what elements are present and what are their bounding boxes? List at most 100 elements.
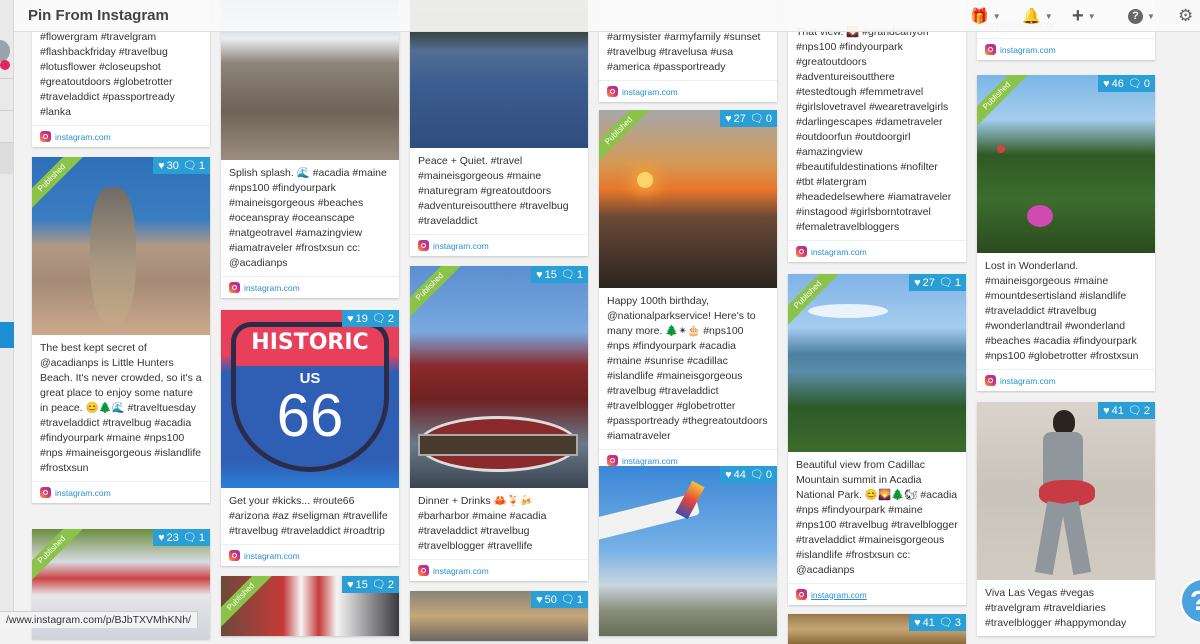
pin-stats: ♥44🗨0 xyxy=(720,466,777,483)
pin-photo[interactable]: HISTORIC US 66 ♥19🗨2 xyxy=(221,310,399,488)
pin-stats: ♥46🗨0 xyxy=(1098,75,1155,92)
pinterest-badge-icon xyxy=(0,60,10,70)
pin-source-link[interactable]: instagram.com xyxy=(788,240,966,262)
pin-card[interactable]: Published ♥30🗨1 The best kept secret of … xyxy=(32,157,210,503)
pin-stats: ♥15🗨1 xyxy=(531,266,588,283)
sidebar-item[interactable] xyxy=(0,142,14,174)
gift-menu-button[interactable]: 🎁▼ xyxy=(970,6,1001,26)
left-sidebar xyxy=(0,0,14,628)
pin-source-link[interactable]: instagram.com xyxy=(410,559,588,581)
pin-card[interactable]: ♥50🗨1 xyxy=(410,591,588,641)
user-avatar[interactable] xyxy=(0,40,10,62)
pin-card[interactable]: HISTORIC US 66 ♥19🗨2 Get your #kicks... … xyxy=(221,310,399,566)
pin-card[interactable]: ♥41🗨2 Viva Las Vegas #vegas #travelgram … xyxy=(977,402,1155,636)
pin-card[interactable]: Published ♥15🗨2 xyxy=(221,576,399,636)
sidebar-item-active[interactable] xyxy=(0,322,14,348)
pin-caption: Dinner + Drinks 🦀🍹🍻 #barharbor #maine #a… xyxy=(410,488,588,559)
pin-caption: Happy 100th birthday, @nationalparkservi… xyxy=(599,288,777,449)
pin-source-link[interactable]: instagram.com xyxy=(977,369,1155,391)
published-ribbon: Published xyxy=(32,529,88,586)
sidebar-item[interactable] xyxy=(0,78,14,110)
pin-card[interactable]: Published ♥15🗨1 Dinner + Drinks 🦀🍹🍻 #bar… xyxy=(410,266,588,581)
pin-caption: Lost in Wonderland. #maineisgorgeous #ma… xyxy=(977,253,1155,369)
pin-photo[interactable]: ♥41🗨3 xyxy=(788,614,966,644)
comment-icon: 🗨 xyxy=(183,159,197,172)
comment-icon: 🗨 xyxy=(750,112,764,125)
pin-stats: ♥27🗨0 xyxy=(720,110,777,127)
pin-card[interactable]: Published ♥46🗨0 Lost in Wonderland. #mai… xyxy=(977,75,1155,391)
pin-stats: ♥15🗨2 xyxy=(342,576,399,593)
notifications-button[interactable]: 🔔▼ xyxy=(1022,6,1053,26)
add-button[interactable]: +▼ xyxy=(1072,6,1096,26)
pin-stats: ♥27🗨1 xyxy=(909,274,966,291)
pin-source-link[interactable]: instagram.com xyxy=(32,481,210,503)
pin-caption: Peace + Quiet. #travel #maineisgorgeous … xyxy=(410,148,588,234)
heart-icon: ♥ xyxy=(725,113,732,125)
heart-icon: ♥ xyxy=(536,594,543,606)
pin-photo[interactable]: ♥41🗨2 xyxy=(977,402,1155,580)
pin-photo[interactable]: Published ♥30🗨1 xyxy=(32,157,210,335)
heart-icon: ♥ xyxy=(914,277,921,289)
help-chat-button[interactable]: ? xyxy=(1180,578,1200,624)
pin-card[interactable]: Peace + Quiet. #travel #maineisgorgeous … xyxy=(410,0,588,256)
pin-card[interactable]: Published ♥27🗨1 Beautiful view from Cadi… xyxy=(788,274,966,605)
question-mark-icon: ? xyxy=(1190,585,1200,617)
heart-icon: ♥ xyxy=(1103,405,1110,417)
published-ribbon: Published xyxy=(410,266,466,323)
settings-button[interactable]: ⚙ xyxy=(1178,6,1193,26)
pin-photo[interactable]: Published ♥27🗨0 xyxy=(599,110,777,288)
pin-caption: Beautiful view from Cadillac Mountain su… xyxy=(788,452,966,583)
pin-caption: Splish splash. 🌊 #acadia #maine #nps100 … xyxy=(221,160,399,276)
pin-source-link[interactable]: instagram.com xyxy=(599,80,777,102)
gift-icon: 🎁 xyxy=(970,7,989,25)
pin-photo[interactable]: Published ♥15🗨1 xyxy=(410,266,588,488)
published-ribbon: Published xyxy=(32,157,88,214)
heart-icon: ♥ xyxy=(347,313,354,325)
help-icon: ? xyxy=(1128,9,1143,24)
bell-icon: 🔔 xyxy=(1022,7,1041,25)
heart-icon: ♥ xyxy=(1103,78,1110,90)
pin-photo[interactable]: ♥44🗨0 xyxy=(599,466,777,636)
chevron-down-icon: ▼ xyxy=(1147,12,1155,21)
pin-source-link[interactable]: instagram.com xyxy=(221,544,399,566)
pin-source-link[interactable]: instagram.com xyxy=(221,276,399,298)
heart-icon: ♥ xyxy=(536,269,543,281)
chevron-down-icon: ▼ xyxy=(1088,12,1096,21)
instagram-icon xyxy=(607,86,618,97)
published-ribbon: Published xyxy=(788,274,844,331)
help-menu-button[interactable]: ?▼ xyxy=(1128,6,1155,26)
pin-photo[interactable]: ♥50🗨1 xyxy=(410,591,588,641)
instagram-icon xyxy=(40,131,51,142)
published-ribbon: Published xyxy=(221,576,277,633)
pin-photo[interactable]: Published ♥27🗨1 xyxy=(788,274,966,452)
instagram-icon xyxy=(796,589,807,600)
pin-caption: The best kept secret of @acadianps is Li… xyxy=(32,335,210,481)
comment-icon: 🗨 xyxy=(561,268,575,281)
comment-icon: 🗨 xyxy=(1128,404,1142,417)
pin-card[interactable]: That view. 🌄 #grandcanyon #nps100 #findy… xyxy=(788,0,966,262)
pin-stats: ♥23🗨1 xyxy=(153,529,210,546)
page-title: Pin From Instagram xyxy=(28,7,169,24)
chevron-down-icon: ▼ xyxy=(1045,12,1053,21)
pin-stats: ♥41🗨2 xyxy=(1098,402,1155,419)
comment-icon: 🗨 xyxy=(939,276,953,289)
heart-icon: ♥ xyxy=(347,579,354,591)
published-ribbon: Published xyxy=(599,110,655,167)
sidebar-item[interactable] xyxy=(0,110,14,142)
pin-source-link[interactable]: instagram.com xyxy=(977,38,1155,60)
pin-card[interactable]: Published ♥27🗨0 Happy 100th birthday, @n… xyxy=(599,110,777,471)
gear-icon: ⚙ xyxy=(1178,6,1193,26)
pin-source-link[interactable]: instagram.com xyxy=(410,234,588,256)
chevron-down-icon: ▼ xyxy=(993,12,1001,21)
pin-photo[interactable]: Published ♥15🗨2 xyxy=(221,576,399,636)
pin-source-link[interactable]: instagram.com xyxy=(32,125,210,147)
top-header: Pin From Instagram 🎁▼ 🔔▼ +▼ ?▼ ⚙ xyxy=(14,0,1200,32)
instagram-icon xyxy=(796,246,807,257)
pin-card[interactable]: ♥41🗨3 xyxy=(788,614,966,644)
pin-source-link[interactable]: instagram.com xyxy=(788,583,966,605)
pin-card[interactable]: ♥44🗨0 xyxy=(599,466,777,636)
pin-photo[interactable]: Published ♥46🗨0 xyxy=(977,75,1155,253)
pin-caption: Get your #kicks... #route66 #arizona #az… xyxy=(221,488,399,544)
instagram-icon xyxy=(418,240,429,251)
pin-card[interactable]: Splish splash. 🌊 #acadia #maine #nps100 … xyxy=(221,0,399,298)
